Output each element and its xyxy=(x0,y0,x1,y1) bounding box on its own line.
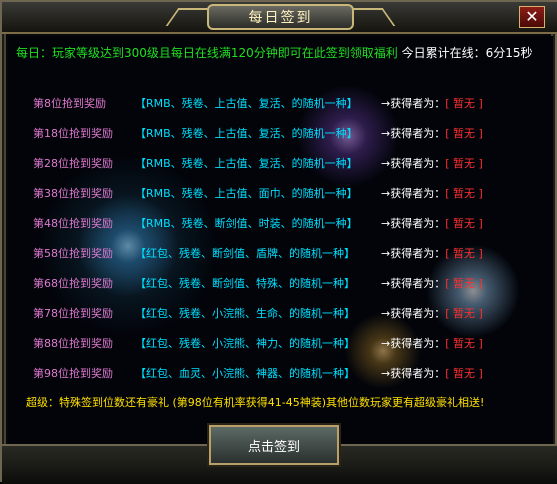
winner-value: [ 暂无 ] xyxy=(445,247,483,260)
sign-in-window: 每日签到 ✕ 每日：玩家等级达到300级且每日在线满120分钟即可在此签到领取福… xyxy=(0,0,557,484)
reward-rank: 第18位抢到奖励 xyxy=(33,127,113,140)
intro-text: 每日：玩家等级达到300级且每日在线满120分钟即可在此签到领取福利 今日累计在… xyxy=(16,44,533,61)
winner-label: →获得者为： xyxy=(381,277,446,290)
winner-value: [ 暂无 ] xyxy=(445,127,483,140)
reward-rank: 第38位抢到奖励 xyxy=(33,187,113,200)
reward-items: 【RMB、残卷、上古值、复活、的随机一种】 xyxy=(135,127,358,140)
winner-label: →获得者为： xyxy=(381,337,446,350)
sign-in-button[interactable]: 点击签到 xyxy=(209,425,339,465)
winner-value: [ 暂无 ] xyxy=(445,277,483,290)
reward-rank: 第48位抢到奖励 xyxy=(33,217,113,230)
winner-label: →获得者为： xyxy=(381,157,446,170)
window-title: 每日签到 xyxy=(207,4,354,30)
winner-label: →获得者为： xyxy=(381,187,446,200)
reward-items: 【红包、残卷、小浣熊、生命、的随机一种】 xyxy=(135,307,355,320)
online-value: 6分15秒 xyxy=(485,46,533,60)
reward-rank: 第78位抢到奖励 xyxy=(33,307,113,320)
footer-note: 超级：特殊签到位数还有豪礼 (第98位有机率获得41-45神装)其他位数玩家更有… xyxy=(26,396,485,409)
online-label: 今日累计在线： xyxy=(401,46,486,60)
content-panel: 每日：玩家等级达到300级且每日在线满120分钟即可在此签到领取福利 今日累计在… xyxy=(8,36,553,444)
winner-label: →获得者为： xyxy=(381,97,446,110)
winner-value: [ 暂无 ] xyxy=(445,367,483,380)
winner-value: [ 暂无 ] xyxy=(445,97,483,110)
winner-label: →获得者为： xyxy=(381,127,446,140)
reward-items: 【红包、残卷、小浣熊、神力、的随机一种】 xyxy=(135,337,355,350)
winner-value: [ 暂无 ] xyxy=(445,307,483,320)
reward-row: 第78位抢到奖励 【红包、残卷、小浣熊、生命、的随机一种】 →获得者为：[ 暂无 ] xyxy=(33,298,553,328)
title-bar: 每日签到 ✕ xyxy=(2,2,557,34)
winner-label: →获得者为： xyxy=(381,217,446,230)
title-ornament-right xyxy=(352,8,396,26)
reward-row: 第38位抢到奖励 【RMB、残卷、上古值、面巾、的随机一种】 →获得者为：[ 暂无 … xyxy=(33,178,553,208)
winner-value: [ 暂无 ] xyxy=(445,337,483,350)
winner-value: [ 暂无 ] xyxy=(445,217,483,230)
reward-rank: 第98位抢到奖励 xyxy=(33,367,113,380)
reward-rank: 第58位抢到奖励 xyxy=(33,247,113,260)
reward-items: 【RMB、残卷、断剑值、时装、的随机一种】 xyxy=(135,217,358,230)
reward-rank: 第28位抢到奖励 xyxy=(33,157,113,170)
reward-items: 【红包、残卷、断剑值、特殊、的随机一种】 xyxy=(135,277,355,290)
reward-items: 【红包、残卷、断剑值、盾牌、的随机一种】 xyxy=(135,247,355,260)
reward-items: 【RMB、残卷、上古值、面巾、的随机一种】 xyxy=(135,187,358,200)
reward-row: 第58位抢到奖励 【红包、残卷、断剑值、盾牌、的随机一种】 →获得者为：[ 暂无 ] xyxy=(33,238,553,268)
reward-row: 第68位抢到奖励 【红包、残卷、断剑值、特殊、的随机一种】 →获得者为：[ 暂无 ] xyxy=(33,268,553,298)
winner-value: [ 暂无 ] xyxy=(445,157,483,170)
winner-label: →获得者为： xyxy=(381,307,446,320)
close-icon[interactable]: ✕ xyxy=(519,6,545,28)
reward-row: 第28位抢到奖励 【RMB、残卷、上古值、复活、的随机一种】 →获得者为：[ 暂无 … xyxy=(33,148,553,178)
intro-description: 每日：玩家等级达到300级且每日在线满120分钟即可在此签到领取福利 xyxy=(16,46,398,60)
reward-rank: 第88位抢到奖励 xyxy=(33,337,113,350)
reward-row: 第98位抢到奖励 【红包、血灵、小浣熊、神器、的随机一种】 →获得者为：[ 暂无 ] xyxy=(33,358,553,388)
reward-row: 第88位抢到奖励 【红包、残卷、小浣熊、神力、的随机一种】 →获得者为：[ 暂无 ] xyxy=(33,328,553,358)
reward-list: 第8位抢到奖励 【RMB、残卷、上古值、复活、的随机一种】 →获得者为：[ 暂无 ]… xyxy=(33,88,553,388)
reward-items: 【RMB、残卷、上古值、复活、的随机一种】 xyxy=(135,97,358,110)
reward-row: 第48位抢到奖励 【RMB、残卷、断剑值、时装、的随机一种】 →获得者为：[ 暂无 … xyxy=(33,208,553,238)
winner-value: [ 暂无 ] xyxy=(445,187,483,200)
reward-items: 【RMB、残卷、上古值、复活、的随机一种】 xyxy=(135,157,358,170)
title-ornament-left xyxy=(165,8,209,26)
winner-label: →获得者为： xyxy=(381,367,446,380)
reward-rank: 第68位抢到奖励 xyxy=(33,277,113,290)
reward-row: 第8位抢到奖励 【RMB、残卷、上古值、复活、的随机一种】 →获得者为：[ 暂无 ] xyxy=(33,88,553,118)
reward-rank: 第8位抢到奖励 xyxy=(33,97,106,110)
reward-row: 第18位抢到奖励 【RMB、残卷、上古值、复活、的随机一种】 →获得者为：[ 暂无 … xyxy=(33,118,553,148)
reward-items: 【红包、血灵、小浣熊、神器、的随机一种】 xyxy=(135,367,355,380)
winner-label: →获得者为： xyxy=(381,247,446,260)
